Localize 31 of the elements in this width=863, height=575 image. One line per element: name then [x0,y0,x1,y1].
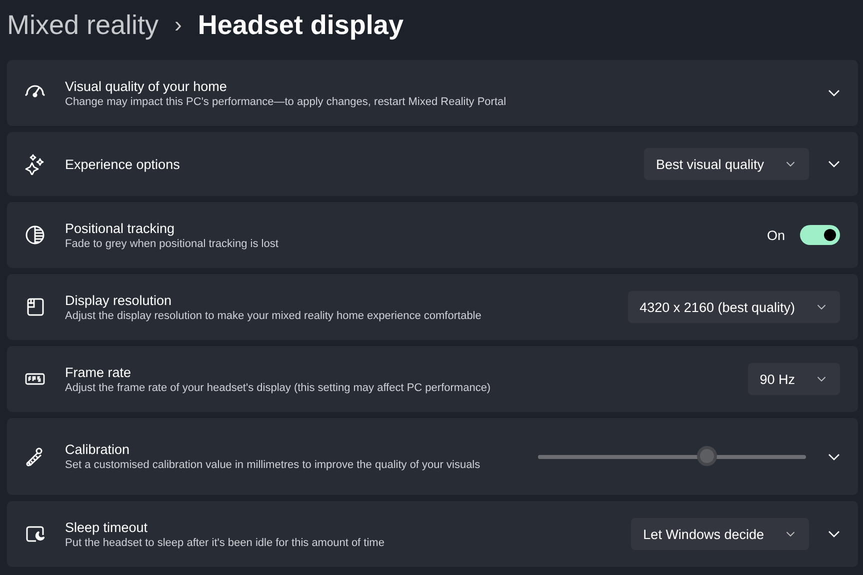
chevron-down-icon[interactable] [828,89,840,97]
caret-icon [786,160,795,168]
setting-description: Fade to grey when positional tracking is lost [65,238,280,250]
dropdown[interactable]: Let Windows decide [631,518,809,550]
caret-icon [817,375,826,383]
dropdown[interactable]: 90 Hz [748,363,840,395]
setting-description: Adjust the display resolution to make your mixed reality home experience comfortable [65,310,482,322]
caret-icon [786,530,795,538]
chevron-down-icon[interactable] [828,530,840,538]
setting-title: Positional tracking [65,220,176,236]
setting-title: Calibration [65,442,131,457]
setting-title: Visual quality of your home [65,78,228,94]
setting-title: Experience options [65,156,181,172]
setting-description: Adjust the frame rate of your headset's display (this setting may affect PC performance) [65,382,492,394]
setting-title: Sleep timeout [65,520,149,534]
breadcrumb-parent[interactable]: Mixed reality [7,10,159,40]
setting-description: Set a customised calibration value in millimetres to improve the quality of your visuals [65,459,482,471]
toggle-state-label: On [766,228,785,242]
dropdown[interactable]: 4320 x 2160 (best quality) [628,291,840,323]
chevron-down-icon[interactable] [828,160,840,168]
toggle-switch[interactable] [800,225,840,245]
dropdown[interactable]: Best visual quality [644,148,809,180]
tracking-icon [24,224,46,246]
setting-title: Display resolution [65,292,173,308]
sparkle-icon [24,153,46,175]
setting-description: Put the headset to sleep after it's been idle for this amount of time [65,536,386,548]
setting-description: Change may impact this PC's performance—to apply changes, restart Mixed Reality Portal [65,96,508,108]
breadcrumb-separator: › [174,12,182,38]
caret-icon [817,303,826,311]
setting-title: Frame rate [65,364,132,380]
page-title: Headset display [198,10,404,40]
